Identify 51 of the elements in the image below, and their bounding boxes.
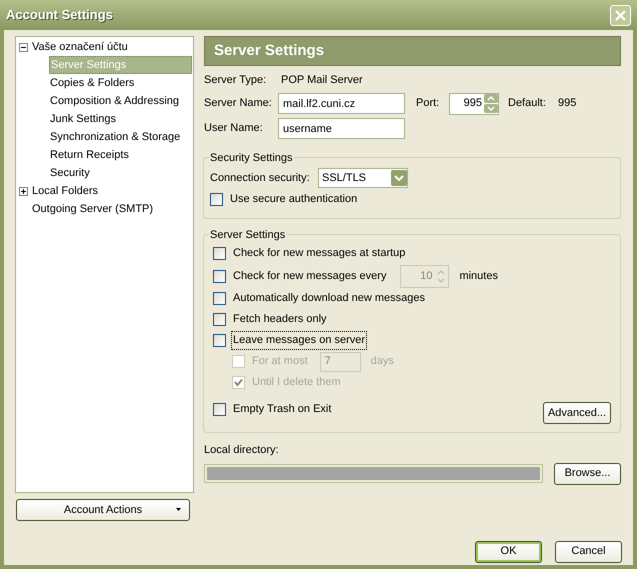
tree-item[interactable]: Junk Settings <box>49 110 118 128</box>
tree-item[interactable]: Security <box>49 164 91 182</box>
checkbox[interactable] <box>213 247 226 260</box>
checkbox-label[interactable]: Empty Trash on Exit <box>231 400 334 419</box>
advanced-button[interactable]: Advanced... <box>543 402 611 424</box>
tree-item[interactable]: Vaše označení účtu <box>31 38 129 56</box>
tree-item[interactable]: Copies & Folders <box>49 74 136 92</box>
tree-item[interactable]: Outgoing Server (SMTP) <box>31 200 154 218</box>
dialog-button[interactable]: Cancel <box>555 540 622 562</box>
field-label: Default: <box>508 96 547 112</box>
unit-label: days <box>370 354 394 370</box>
dropdown-caret-icon <box>176 508 181 511</box>
checkbox[interactable] <box>210 193 223 206</box>
account-actions-button[interactable]: Account Actions <box>16 499 190 521</box>
window-title: Account Settings <box>6 6 113 24</box>
interval-spinner: 10 <box>400 264 450 288</box>
expand-icon[interactable] <box>19 186 28 196</box>
group-title: Server Settings <box>209 227 286 244</box>
checkbox[interactable] <box>213 270 226 282</box>
close-icon <box>615 10 626 20</box>
collapse-icon[interactable] <box>19 42 28 52</box>
tree-item[interactable]: Synchronization & Storage <box>49 128 182 146</box>
checkbox-label[interactable]: Use secure authentication <box>228 190 360 209</box>
panel-title: Server Settings <box>204 36 621 66</box>
group-title: Security Settings <box>209 150 294 166</box>
checkbox[interactable] <box>213 334 226 347</box>
days-field: 7 <box>320 352 361 372</box>
field-label: Port: <box>416 96 440 112</box>
field-label: User Name: <box>204 121 264 136</box>
field-label: Server Name: <box>204 96 273 112</box>
unit-label: minutes <box>459 268 498 284</box>
checkbox[interactable] <box>213 313 226 326</box>
checkbox-label[interactable]: Automatically download new messages <box>231 289 427 308</box>
server-type-value: POP Mail Server <box>281 73 363 88</box>
dialog-button[interactable]: OK <box>475 540 542 562</box>
checkbox-label[interactable]: Fetch headers only <box>231 310 329 329</box>
checkbox-label[interactable]: Check for new messages every <box>231 266 388 286</box>
field-label: Local directory: <box>204 443 280 458</box>
checkbox[interactable] <box>213 403 226 416</box>
checkbox-label[interactable]: Check for new messages at startup <box>231 244 408 263</box>
field-label: Server Type: <box>204 73 268 88</box>
field-label: Connection security: <box>210 170 311 186</box>
checkbox[interactable] <box>213 292 226 305</box>
default-port-value: 995 <box>558 96 576 112</box>
tree-item[interactable]: Return Receipts <box>49 146 130 164</box>
tree-item[interactable]: Composition & Addressing <box>49 92 180 110</box>
tree-item[interactable]: Local Folders <box>31 182 100 200</box>
user-name-input[interactable]: username <box>278 118 405 139</box>
connection-security-dropdown[interactable]: SSL/TLS <box>318 168 408 188</box>
server-name-input[interactable]: mail.lf2.cuni.cz <box>278 93 405 114</box>
checkbox-label[interactable]: Leave messages on server <box>231 331 368 350</box>
